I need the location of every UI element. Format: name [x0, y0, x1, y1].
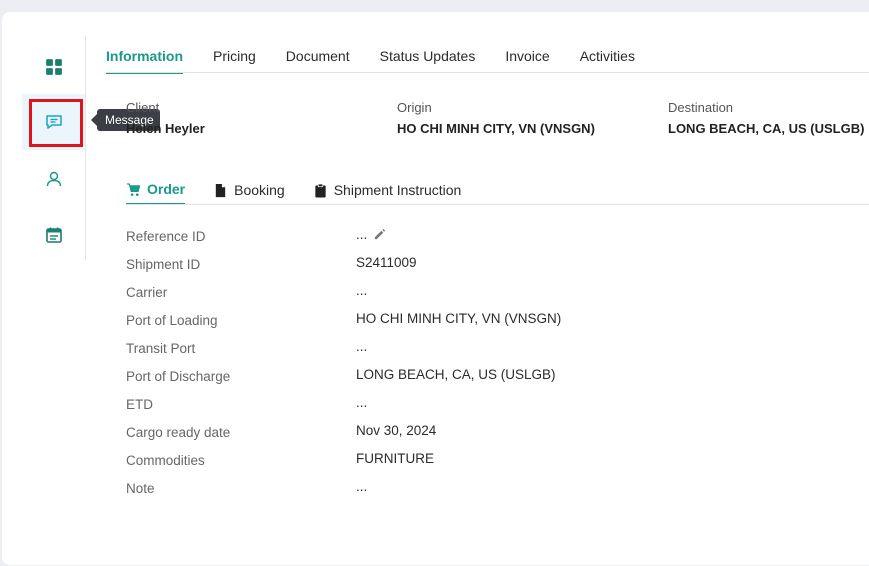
- detail-key: Commodities: [126, 453, 205, 468]
- detail-value: HO CHI MINH CITY, VN (VNSGN): [356, 311, 562, 326]
- subtab-booking[interactable]: Booking: [213, 181, 285, 205]
- tabs-divider: [106, 72, 869, 73]
- detail-value: S2411009: [356, 255, 417, 270]
- client-label: Client: [126, 100, 160, 115]
- detail-key: Port of Discharge: [126, 369, 231, 384]
- detail-value: ...: [356, 227, 386, 242]
- cart-icon: [126, 182, 141, 196]
- grid-icon: [46, 59, 62, 75]
- detail-value: ...: [356, 395, 368, 410]
- origin-value: HO CHI MINH CITY, VN (VNSGN): [397, 121, 595, 136]
- subtab-booking-label: Booking: [234, 182, 285, 198]
- detail-key: Cargo ready date: [126, 425, 231, 440]
- subtab-order[interactable]: Order: [126, 181, 186, 205]
- detail-key: Carrier: [126, 285, 168, 300]
- chat-icon: [46, 115, 62, 129]
- destination-summary: Destination LONG BEACH, CA, US (USLGB): [668, 100, 864, 136]
- detail-value: LONG BEACH, CA, US (USLGB): [356, 367, 556, 382]
- client-summary: Client Helen Heyler: [126, 100, 205, 136]
- detail-key: Port of Loading: [126, 313, 218, 328]
- detail-value: ...: [356, 479, 368, 494]
- destination-value: LONG BEACH, CA, US (USLGB): [668, 121, 865, 136]
- destination-label: Destination: [668, 100, 734, 115]
- reference-id-value: ...: [356, 227, 368, 242]
- tab-invoice[interactable]: Invoice: [505, 48, 549, 74]
- client-value: Helen Heyler: [126, 121, 205, 136]
- tab-document[interactable]: Document: [286, 48, 350, 74]
- tab-information[interactable]: Information: [106, 48, 183, 74]
- sidebar-item-contacts[interactable]: [22, 151, 86, 207]
- tab-activities[interactable]: Activities: [580, 48, 635, 74]
- detail-value: FURNITURE: [356, 451, 434, 466]
- tab-status-updates[interactable]: Status Updates: [380, 48, 476, 74]
- subtabs-divider: [126, 204, 869, 205]
- origin-summary: Origin HO CHI MINH CITY, VN (VNSGN): [397, 100, 595, 136]
- sidebar-item-dashboard[interactable]: [22, 39, 86, 95]
- detail-value: ...: [356, 283, 368, 298]
- sub-tabs: Order Booking Shipment Instruction: [126, 181, 489, 205]
- detail-key: ETD: [126, 397, 153, 412]
- tab-pricing[interactable]: Pricing: [213, 48, 256, 74]
- detail-key: Transit Port: [126, 341, 196, 356]
- calendar-icon: [46, 227, 62, 243]
- user-icon: [46, 171, 62, 187]
- detail-key: Note: [126, 481, 155, 496]
- pencil-icon[interactable]: [373, 228, 386, 241]
- origin-label: Origin: [397, 100, 432, 115]
- subtab-shipment-instruction-label: Shipment Instruction: [333, 182, 462, 198]
- subtab-order-label: Order: [147, 181, 186, 197]
- detail-key: Shipment ID: [126, 257, 201, 272]
- sidebar-item-schedule[interactable]: [22, 207, 86, 263]
- main-tabs: Information Pricing Document Status Upda…: [106, 48, 665, 74]
- file-icon: [215, 183, 226, 197]
- detail-key: Reference ID: [126, 229, 206, 244]
- clipboard-icon: [315, 183, 326, 198]
- detail-value: ...: [356, 339, 368, 354]
- sidebar-item-message[interactable]: [22, 94, 86, 150]
- subtab-shipment-instruction[interactable]: Shipment Instruction: [313, 181, 462, 205]
- detail-value: Nov 30, 2024: [356, 423, 437, 438]
- sidebar-divider: [85, 36, 86, 260]
